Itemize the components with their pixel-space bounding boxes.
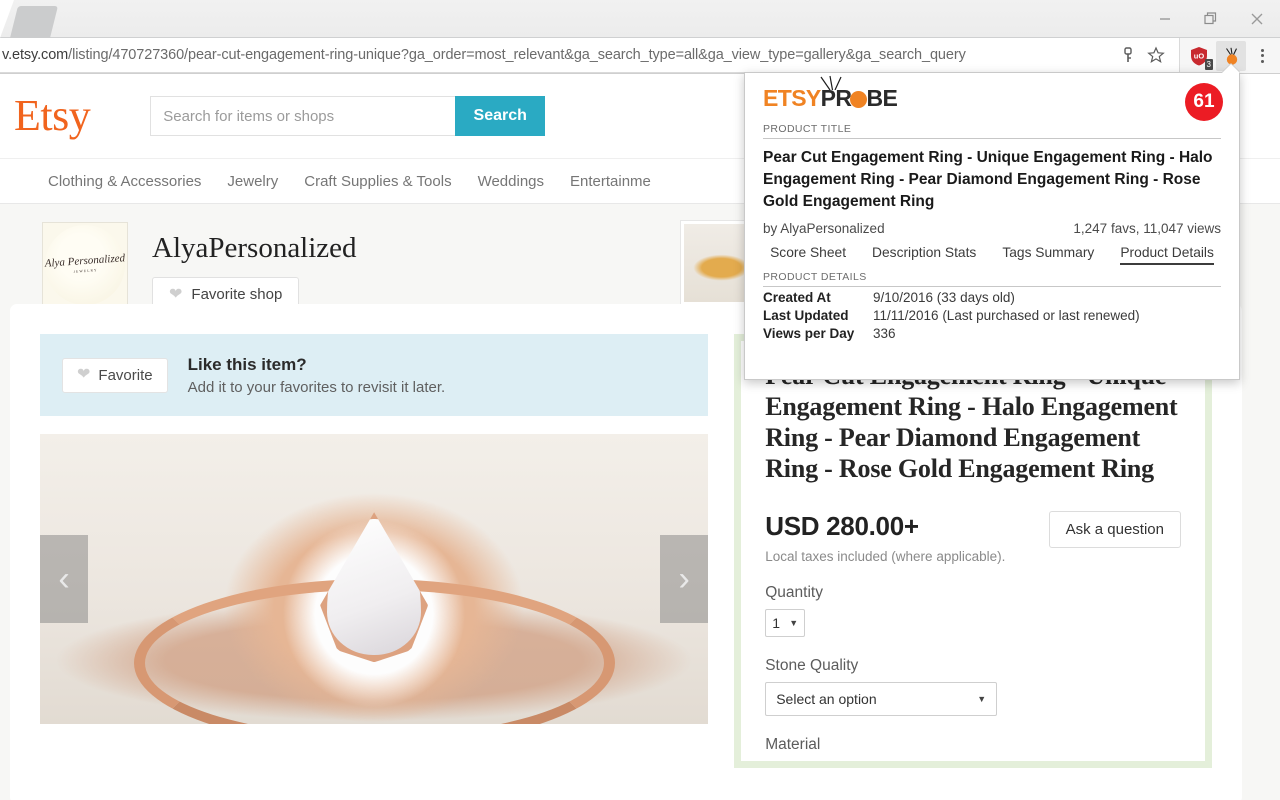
browser-window: v.etsy.com/listing/470727360/pear-cut-en… [0, 0, 1280, 800]
shop-meta: AlyaPersonalized ❤ Favorite shop [152, 222, 357, 312]
url-text: v.etsy.com/listing/470727360/pear-cut-en… [0, 47, 1113, 63]
url-path: /listing/470727360/pear-cut-engagement-r… [68, 47, 966, 63]
popup-brand: ETSYPR BE [763, 75, 898, 111]
detail-key-created-at: Created At [763, 290, 831, 305]
browser-menu-icon[interactable] [1248, 48, 1276, 63]
etsyprobe-logo: ETSYPR BE [763, 75, 898, 111]
etsy-logo[interactable]: Etsy [14, 94, 102, 138]
detail-key-last-updated: Last Updated [763, 308, 849, 323]
nav-item-craft-supplies[interactable]: Craft Supplies & Tools [304, 173, 451, 190]
nav-item-jewelry[interactable]: Jewelry [227, 173, 278, 190]
restore-icon[interactable] [1188, 0, 1234, 38]
tab-description-stats[interactable]: Description Stats [872, 245, 976, 265]
close-icon[interactable] [1234, 0, 1280, 38]
price-block: USD 280.00+ Local taxes included (where … [765, 511, 1005, 564]
bookmark-star-icon[interactable] [1147, 46, 1165, 64]
minimize-icon[interactable] [1142, 0, 1188, 38]
search-button[interactable]: Search [455, 96, 546, 136]
gallery-column: ❤ Favorite Like this item? Add it to you… [40, 334, 709, 768]
popup-stats: 1,247 favs, 11,047 views [1073, 221, 1221, 236]
table-row: Views per Day 336 [763, 326, 1221, 341]
quantity-label: Quantity [765, 583, 823, 601]
tab-tags-summary[interactable]: Tags Summary [1002, 245, 1094, 265]
favorite-button-label: Favorite [98, 366, 153, 384]
etsyprobe-popup: ETSYPR BE 61 PRODUCT TITLE Pear Cut Engag… [744, 72, 1240, 380]
extension-badge-count: 3 [1204, 58, 1213, 70]
popup-product-title: Pear Cut Engagement Ring - Unique Engage… [763, 149, 1213, 210]
antenna-icon [820, 75, 842, 90]
search-input[interactable]: Search for items or shops [150, 96, 456, 136]
table-row: Last Updated 11/11/2016 (Last purchased … [763, 308, 1221, 323]
chevron-down-icon: ▼ [789, 617, 799, 628]
product-details-section-label: PRODUCT DETAILS [763, 271, 1221, 287]
quantity-value: 1 [772, 614, 781, 631]
adblock-shield-icon[interactable]: uO 3 [1184, 41, 1214, 71]
search-bar: Search for items or shops Search [150, 96, 546, 136]
popup-meta-row: by AlyaPersonalized 1,247 favs, 11,047 v… [763, 221, 1221, 236]
browser-toolbar: v.etsy.com/listing/470727360/pear-cut-en… [0, 38, 1280, 74]
key-icon[interactable] [1119, 46, 1137, 64]
detail-value-last-updated: 11/11/2016 (Last purchased or last renew… [873, 308, 1140, 323]
logo-be-text: BE [866, 85, 898, 111]
heart-icon: ❤ [77, 366, 91, 383]
browser-tabstrip [0, 0, 1280, 38]
stone-quality-label: Stone Quality [765, 656, 859, 674]
browser-tab[interactable] [10, 6, 58, 38]
logo-o-circle-icon [850, 91, 868, 108]
quantity-select[interactable]: 1 ▼ [765, 608, 806, 637]
window-controls [1142, 0, 1280, 38]
detail-value-created-at: 9/10/2016 (33 days old) [873, 290, 1015, 305]
favorite-banner-title: Like this item? [187, 354, 307, 374]
product-details-table: Created At 9/10/2016 (33 days old) Last … [763, 290, 1221, 341]
nav-item-clothing[interactable]: Clothing & Accessories [48, 173, 201, 190]
tab-product-details[interactable]: Product Details [1120, 245, 1214, 265]
favorite-banner-text: Like this item? Add it to your favorites… [188, 355, 446, 396]
favorite-banner-subtitle: Add it to your favorites to revisit it l… [187, 378, 446, 396]
popup-tabs: Score Sheet Description Stats Tags Summa… [763, 245, 1221, 265]
gallery-next-button[interactable]: › [660, 535, 709, 623]
tab-score-sheet[interactable]: Score Sheet [770, 245, 846, 265]
omnibox-icon-group [1113, 46, 1173, 64]
shop-avatar[interactable]: Alya Personalized JEWELRY [42, 222, 128, 308]
svg-text:uO: uO [1194, 51, 1205, 60]
heart-icon: ❤ [169, 285, 183, 303]
listing-price: USD 280.00+ [765, 510, 919, 541]
favorite-banner: ❤ Favorite Like this item? Add it to you… [40, 334, 709, 416]
popup-pointer [1222, 64, 1240, 73]
ask-a-question-button[interactable]: Ask a question [1048, 510, 1181, 548]
address-bar[interactable]: v.etsy.com/listing/470727360/pear-cut-en… [0, 38, 1180, 73]
favorite-button[interactable]: ❤ Favorite [62, 357, 168, 393]
tabstrip-background [0, 0, 1280, 37]
gallery-prev-button[interactable]: ‹ [40, 535, 88, 623]
shop-name: AlyaPersonalized [152, 232, 357, 264]
url-host: v.etsy.com [2, 47, 69, 63]
stone-quality-value: Select an option [776, 690, 877, 707]
table-row: Created At 9/10/2016 (33 days old) [763, 290, 1221, 305]
chevron-down-icon: ▼ [977, 693, 987, 704]
detail-value-views-per-day: 336 [873, 326, 896, 341]
material-label: Material [765, 735, 821, 753]
price-row: USD 280.00+ Local taxes included (where … [765, 510, 1181, 564]
logo-etsy-text: ETSY [763, 85, 821, 111]
nav-item-entertainment[interactable]: Entertainme [570, 173, 651, 190]
score-badge: 61 [1185, 83, 1223, 121]
stone-quality-select[interactable]: Select an option ▼ [765, 681, 998, 716]
popup-shop-byline: by AlyaPersonalized [763, 221, 885, 236]
popup-header: ETSYPR BE 61 [763, 75, 1223, 121]
product-title-section-label: PRODUCT TITLE [763, 123, 1221, 139]
nav-item-weddings[interactable]: Weddings [478, 173, 544, 190]
buy-box: Pear Cut Engagement Ring - Unique Engage… [734, 334, 1212, 768]
main-product-image[interactable]: ‹ › [40, 434, 709, 724]
detail-key-views-per-day: Views per Day [763, 326, 855, 341]
price-note: Local taxes included (where applicable). [765, 548, 1006, 564]
favorite-shop-label: Favorite shop [191, 286, 283, 303]
